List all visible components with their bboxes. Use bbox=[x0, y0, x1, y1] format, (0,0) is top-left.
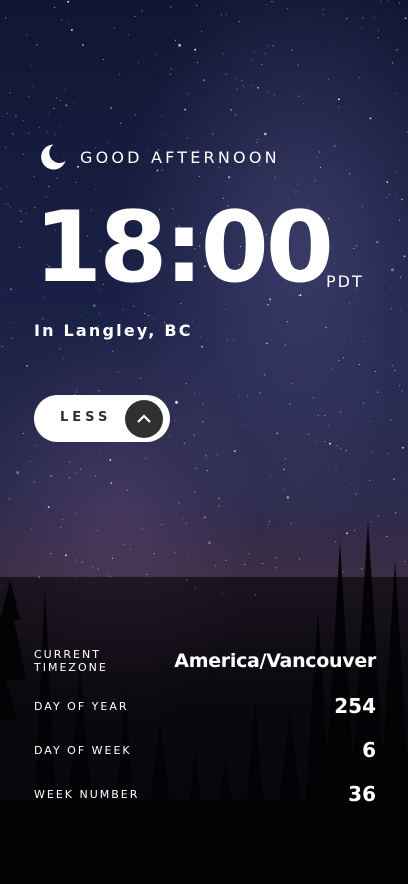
current-timezone-value: America/Vancouver bbox=[174, 650, 376, 672]
day-of-year-label: DAY OF YEAR bbox=[34, 700, 129, 713]
arrow-button-circle[interactable] bbox=[125, 400, 163, 438]
current-timezone-label-line2: TIMEZONE bbox=[34, 661, 108, 674]
current-timezone-label: CURRENT TIMEZONE bbox=[34, 648, 164, 674]
week-number-label: WEEK NUMBER bbox=[34, 788, 140, 801]
timezone-abbreviation: PDT bbox=[326, 272, 364, 291]
day-of-week-row: DAY OF WEEK 6 bbox=[34, 738, 376, 764]
day-of-year-value: 254 bbox=[334, 694, 376, 718]
chevron-up-icon bbox=[137, 414, 151, 423]
week-number-value: 36 bbox=[348, 782, 376, 806]
current-time: 18:00 bbox=[34, 191, 334, 305]
day-of-week-value: 6 bbox=[362, 738, 376, 762]
current-timezone-row: CURRENT TIMEZONE America/Vancouver bbox=[34, 648, 376, 676]
moon-icon bbox=[41, 144, 66, 170]
less-toggle-button[interactable]: LESS bbox=[34, 395, 170, 442]
location-text: In Langley, BC bbox=[34, 321, 193, 340]
week-number-row: WEEK NUMBER 36 bbox=[34, 782, 376, 808]
day-of-week-label: DAY OF WEEK bbox=[34, 744, 132, 757]
current-timezone-label-line1: CURRENT bbox=[34, 648, 101, 661]
details-panel-background bbox=[0, 577, 408, 884]
less-label: LESS bbox=[60, 410, 112, 425]
day-of-year-row: DAY OF YEAR 254 bbox=[34, 694, 376, 720]
greeting-text: GOOD AFTERNOON bbox=[80, 147, 280, 167]
greeting: GOOD AFTERNOON bbox=[38, 141, 280, 173]
